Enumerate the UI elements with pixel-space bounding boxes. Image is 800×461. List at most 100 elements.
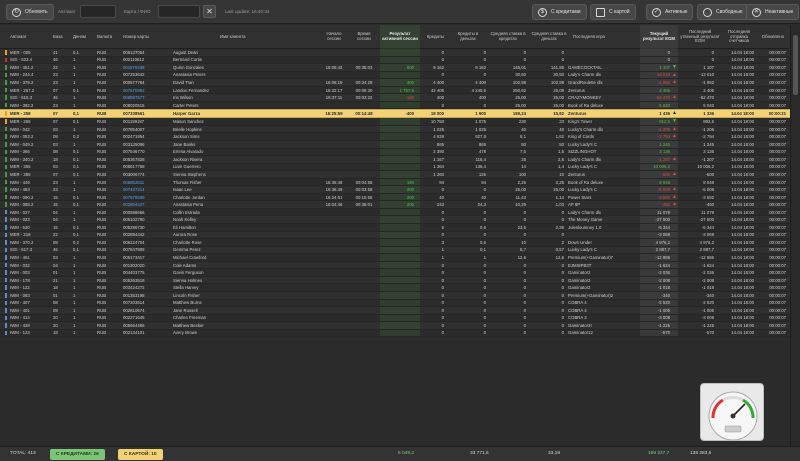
cell-base: 03 (53, 254, 58, 260)
col-last-egm[interactable]: Последний утвенный результат EGM (680, 25, 720, 49)
table-row[interactable]: IWM - 379.2 23 1 RUB 000577784 David Tran 16:0… (0, 79, 790, 87)
status-stripe (5, 142, 7, 147)
cell-denom: 1 (73, 307, 76, 313)
table-row[interactable]: IWM - 428 20 1 RUB 005664486 Matthew Becker 0 0… (0, 322, 790, 330)
col-start[interactable]: Начало сессии (322, 25, 346, 49)
table-header: Автомат База Деном Валюта Номер карты Им… (0, 25, 790, 49)
table-row[interactable]: IWM - 123 18 1 RUB 002134101 Avery Brown 0 0 0 0 G… (0, 329, 790, 338)
col-time[interactable]: Время сессии (352, 25, 376, 49)
table-row[interactable]: IWM - 042 03 1 RUB 007854007 Brielle Hopkins 1… (0, 125, 790, 134)
table-row[interactable]: IWM - 366 08 0,1 RUB 007546770 Emma Alvarado 2… (0, 148, 790, 157)
table-row[interactable]: IWM - 530 15 0,1 RUB 005286730 Eli Hamilton 6 0… (0, 224, 790, 232)
cell-time (352, 277, 376, 284)
cell-card: 007203514 (123, 300, 145, 306)
cell-time (352, 209, 376, 216)
machine-filter-label: Автомат (58, 9, 76, 14)
col-client[interactable]: Имя клиента (220, 25, 280, 49)
col-card[interactable]: Номер карты (123, 25, 159, 49)
col-avg-bet-credits[interactable]: Средняя ставка в кредитах (488, 25, 528, 49)
table-row[interactable]: IWM - 090.2 15 0,1 RUB 007978599 Charlotte Jo… (0, 193, 790, 202)
table-row[interactable]: IWM - 451.2 22 1 RUB 001570438 Quinn Gonzales… (0, 64, 790, 72)
table-row[interactable]: SGI - 517.3 46 0,1 RUB 007847908 Gemma Perez 1… (0, 246, 790, 255)
col-credits-money[interactable]: Кредиты в деньгах (450, 25, 486, 49)
col-currency[interactable]: Валюта (97, 25, 119, 49)
table-row[interactable]: IWM - 053.2 08 0,2 RUB 002471954 Jackson Sims… (0, 133, 790, 142)
table-row[interactable]: IWM - 032 04 1 RUB 001302020 Cole Adams 0 0 0 0 EJ… (0, 261, 790, 270)
cell-credits: 10 750 (430, 119, 444, 125)
col-credits[interactable]: Кредиты (420, 25, 444, 49)
load-gauge-widget[interactable] (700, 383, 764, 441)
table-row[interactable]: MER - 355 03 0,1 RUB 008617758 Liam Guerrero 1… (0, 163, 790, 172)
cell-upd: 00:00:07 (769, 187, 786, 193)
machine-filter-input[interactable] (80, 5, 116, 18)
col-last-game[interactable]: Последняя игра (573, 25, 613, 49)
cell-cur: RUB (97, 102, 107, 108)
with-credits-filter-button[interactable]: $ С кредитами (532, 4, 587, 20)
table-row-selected[interactable]: MER - 258 07 0,1 RUB 007338561 Harper Garza 16… (0, 109, 790, 119)
cell-card: 004403775 (123, 270, 145, 276)
scrollbar-thumb[interactable] (793, 35, 798, 95)
cell-client: Carter Peters (173, 102, 199, 108)
table-row[interactable]: IWM - 122 18 1 RUB 003424272 Stella Harvey 0 0 0… (0, 284, 790, 292)
table-row[interactable]: MER - 005 41 0,1 RUB 006137054 August Dean 0 0 0… (0, 49, 790, 57)
col-avg-bet-money[interactable]: Средняя ставка в деньгах (530, 25, 568, 49)
table-row[interactable]: IWM - 089.2 15 0,1 RUB 002804427 Anastasia Pe… (0, 201, 790, 209)
table-row[interactable]: IWM - 414 20 1 RUB 002271645 Charles Freeman 0… (0, 314, 790, 323)
table-row[interactable]: SGI - 523.4 46 1 RUB 002110612 Bertrand Curti… (0, 56, 790, 65)
col-denom[interactable]: Деном (73, 25, 91, 49)
table-row[interactable]: IWM - 382.2 23 1 RUB 008020515 Carter Peters 0… (0, 101, 790, 110)
active-filter-button[interactable]: ✓ Активные (646, 4, 694, 20)
table-row[interactable]: MER - 257.2 07 0,1 RUB 007570992 Landon Ferna… (0, 86, 790, 95)
cell-result (380, 49, 414, 56)
col-base[interactable]: База (53, 25, 67, 49)
status-stripe (5, 255, 7, 260)
table-row[interactable]: IWM - 003 01 1 RUB 004403775 Gavin Ferguson 0 0… (0, 269, 790, 277)
col-current-egm[interactable]: Текущий результат EGM (640, 25, 678, 49)
table-row[interactable]: MER - 359 07 0,1 RUB 003006774 Sienna Stephen… (0, 171, 790, 179)
cell-time (352, 269, 376, 276)
free-filter-button[interactable]: Свободные (697, 4, 749, 20)
cell-game: Book of Ra deluxe (568, 102, 604, 108)
table-row[interactable]: IWM - 461 03 1 RUB 005173417 Michael Crawford… (0, 254, 790, 262)
cell-start: 16:36:49 (325, 187, 343, 193)
trend-arrow-icon: ▲ (672, 201, 677, 208)
cell-upd: 00:00:07 (769, 119, 786, 125)
cell-upd: 00:00:07 (769, 217, 786, 223)
cell-upd: 00:00:07 (769, 156, 786, 162)
with-card-filter-button[interactable]: С картой (590, 4, 636, 20)
table-row[interactable]: IWM - 407 08 1 RUB 007203514 Matthew Burns 0 0 0… (0, 299, 790, 308)
cell-upd: 00:00:07 (769, 141, 786, 147)
cell-base: 18 (53, 330, 58, 336)
clear-filter-button[interactable]: ✕ (203, 5, 216, 18)
cell-game: Zenturus (568, 111, 587, 117)
table-row[interactable]: IWM - 449 23 1 RUB 005852611 Thomas Fisher 16:… (0, 178, 790, 187)
table-row[interactable]: IWM - 049.2 03 1 RUB 003125096 Jane Banks 865 8… (0, 141, 790, 149)
table-row[interactable]: MER - 218 22 0,1 RUB 002884442 Aurora Rose 0 0 0… (0, 231, 790, 240)
table-row[interactable]: IWM - 083 01 1 RUB 001353198 Lincoln Fisher 0 0… (0, 291, 790, 300)
col-updated[interactable]: Обновлено (758, 25, 788, 49)
table-row[interactable]: SGI - 515.3 46 1 RUB 008987577 Iris Wilson 16:… (0, 94, 790, 102)
table-row[interactable]: MER - 255 07 0,1 RUB 001159187 Mason Sanchez 1… (0, 118, 790, 126)
cell-result: 1 757,5 (399, 87, 414, 93)
vertical-scrollbar[interactable] (790, 25, 800, 446)
table-row[interactable]: IWM - 483 23 1 RUB 007437214 Isaac Lee 16:36:4… (0, 186, 790, 194)
status-stripe (5, 270, 7, 275)
cell-denom: 0,1 (73, 119, 79, 125)
inactive-filter-button[interactable]: ✕ Неактивные (746, 4, 800, 20)
table-row[interactable]: IWM - 027 04 1 RUB 000598666 Collin Estrada 0 0… (0, 208, 790, 217)
col-result[interactable]: Результат активной сессии (380, 25, 420, 49)
refresh-button[interactable]: ↻ Обновить (6, 4, 54, 20)
col-last-sent[interactable]: Последняя отправка счетчиков (722, 25, 756, 49)
cell-cur: RUB (97, 119, 107, 125)
table-row[interactable]: IWM - 401 08 1 RUB 002810574 Jane Russell 0 0 0 0… (0, 307, 790, 315)
table-row[interactable]: IWM - 244.4 23 1 RUB 007253642 Anastasia Pete… (0, 71, 790, 80)
table-row[interactable]: IWM - 370.2 08 0,2 RUB 006224704 Charlotte Ro… (0, 239, 790, 247)
table-row[interactable]: IWM - 340.2 18 0,1 RUB 005367828 Jackson Rive… (0, 156, 790, 164)
status-stripe (5, 330, 7, 336)
col-machine[interactable]: Автомат (10, 25, 46, 49)
cell-start (322, 171, 346, 178)
card-filter-input[interactable] (158, 5, 200, 18)
table-row[interactable]: IWM - 023 04 1 RUB 005102790 Noah Kelley 0 0 0 0 T… (0, 216, 790, 225)
table-row[interactable]: IWM - 178 21 1 RUB 005363518 Sienna Holmes 0 0 0… (0, 276, 790, 285)
cell-last: -3 592 (701, 194, 714, 200)
